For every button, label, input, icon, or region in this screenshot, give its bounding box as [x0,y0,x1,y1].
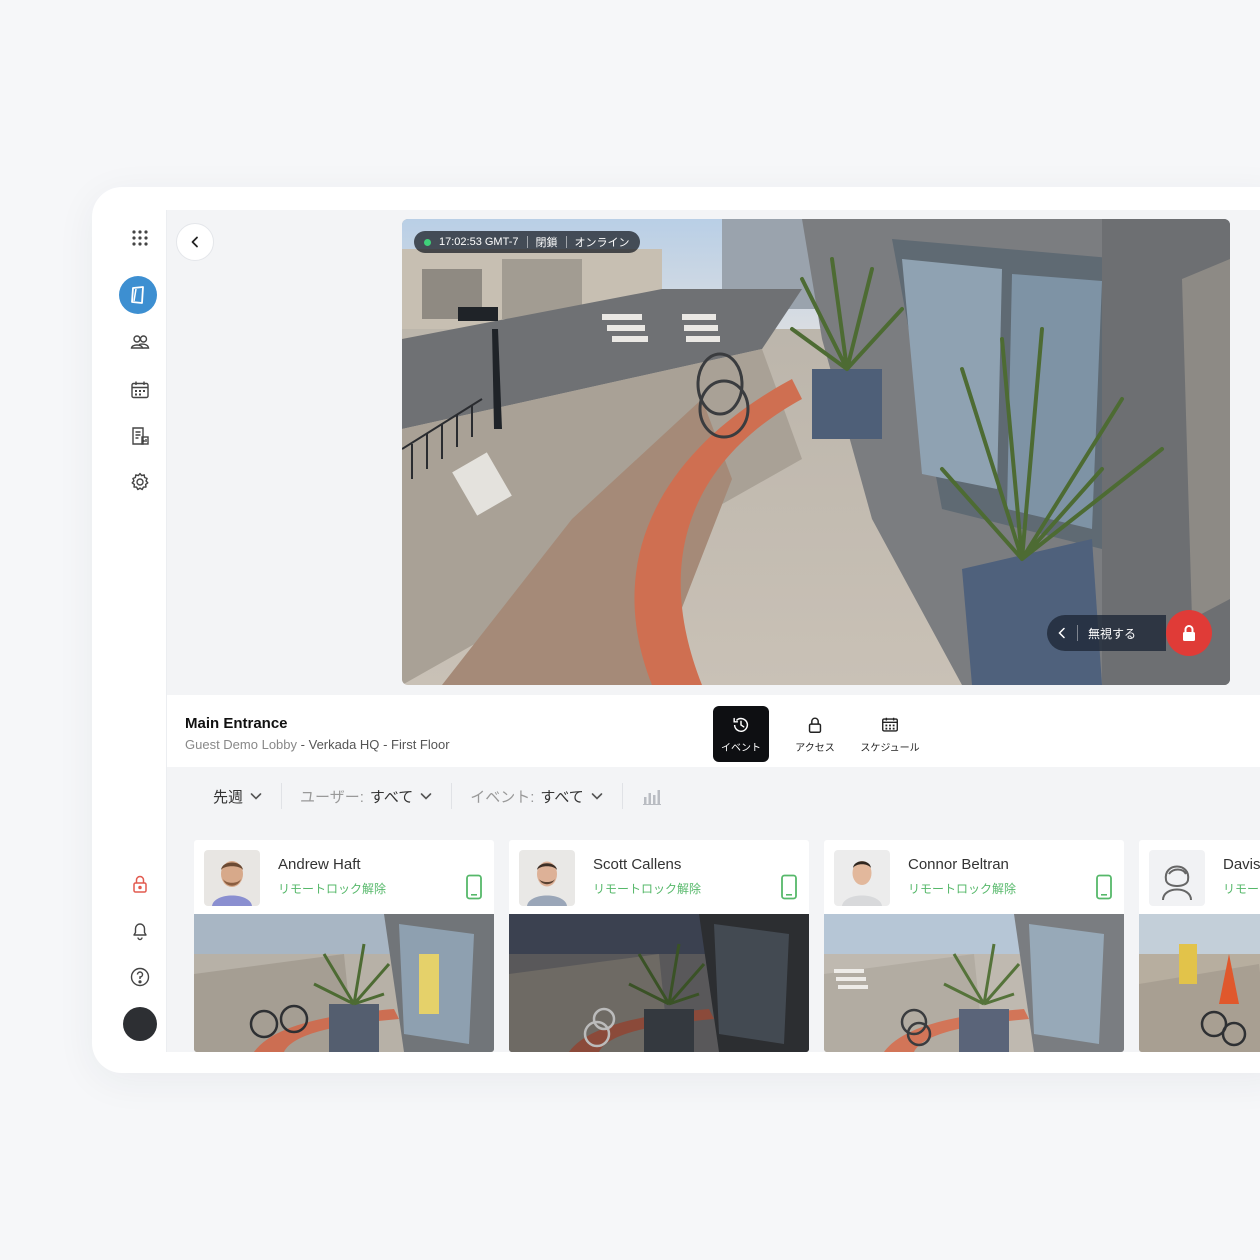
calendar-grid-icon [882,717,898,732]
sidebar [114,210,167,1052]
gear-icon[interactable] [120,462,160,502]
history-icon [733,717,749,732]
event-thumbnail [1139,914,1260,1052]
door-icon[interactable] [119,276,157,314]
location-site: Verkada HQ [308,737,380,752]
event-card[interactable]: Connor Beltran リモートロック解除 [824,840,1124,1052]
event-thumbnail [824,914,1124,1052]
event-action: リモートロック解除 [278,882,387,896]
person-name: Andrew Haft [278,856,361,873]
person-photo [204,850,260,906]
tab-access[interactable]: アクセス [787,706,843,762]
user-avatar[interactable] [120,1004,160,1044]
event-filter[interactable]: イベント: すべて [452,783,623,809]
event-thumbnail [509,914,809,1052]
unlock-button[interactable] [1166,610,1212,656]
tab-events[interactable]: イベント [713,706,769,762]
event-list: Andrew Haft リモートロック解除 Scott Callens リモート… [194,840,1260,1052]
door-state: 閉鎖 [535,237,558,249]
location-floor: First Floor [391,737,450,752]
camera-feed[interactable]: 17:02:53 GMT-7 閉鎖 オンライン 無視する [402,219,1230,685]
online-indicator [424,238,431,246]
person-photo [519,850,575,906]
event-card[interactable]: Davis リモー [1139,840,1260,1052]
person-name: Davis [1223,856,1260,873]
location-room: Guest Demo Lobby [185,737,298,752]
chevron-down-icon [591,793,603,800]
door-title: Main Entrance [185,715,288,732]
help-icon[interactable] [120,957,160,997]
app-window: 17:02:53 GMT-7 閉鎖 オンライン 無視する Main Entran… [92,187,1260,1073]
back-button[interactable] [176,223,214,261]
camera-status-bar: 17:02:53 GMT-7 閉鎖 オンライン [414,231,640,253]
user-filter[interactable]: ユーザー: すべて [282,783,453,809]
connection-status: オンライン [574,237,630,249]
chevron-down-icon [420,793,432,800]
bell-icon[interactable] [120,910,160,950]
person-photo [834,850,890,906]
main-content: 17:02:53 GMT-7 閉鎖 オンライン 無視する Main Entran… [167,210,1260,1052]
lock-icon[interactable] [120,864,160,904]
ignore-button[interactable]: 無視する [1046,615,1166,651]
door-location: Guest Demo Lobby - Verkada HQ - First Fl… [185,737,450,752]
chevron-left-icon [191,236,198,248]
bar-chart-icon [642,790,661,805]
ignore-label: 無視する [1087,626,1136,641]
filter-bar: 先週 ユーザー: すべて イベント: すべて [195,767,1260,825]
event-card[interactable]: Andrew Haft リモートロック解除 [194,840,494,1052]
apps-grid-icon[interactable] [120,218,160,258]
event-action: リモー [1223,882,1260,896]
event-action: リモートロック解除 [908,882,1017,896]
event-thumbnail [194,914,494,1052]
phone-icon [781,874,797,900]
chevron-down-icon [250,793,262,800]
calendar-icon[interactable] [120,370,160,410]
phone-icon [466,874,482,900]
users-icon[interactable] [120,322,160,362]
event-card[interactable]: Scott Callens リモートロック解除 [509,840,809,1052]
chart-toggle[interactable] [623,783,681,809]
lock-icon [1183,625,1195,641]
person-photo [1149,850,1205,906]
date-filter[interactable]: 先週 [195,783,283,809]
event-action: リモートロック解除 [593,882,702,896]
door-info-bar: Main Entrance Guest Demo Lobby - Verkada… [167,695,1260,767]
lock-icon [808,717,822,733]
phone-icon [1096,874,1112,900]
person-name: Scott Callens [593,856,682,873]
tab-schedule[interactable]: スケジュール [857,706,923,762]
person-name: Connor Beltran [908,856,1009,873]
report-icon[interactable] [120,416,160,456]
camera-timestamp: 17:02:53 GMT-7 [439,236,519,248]
chevron-left-icon [1058,627,1065,639]
